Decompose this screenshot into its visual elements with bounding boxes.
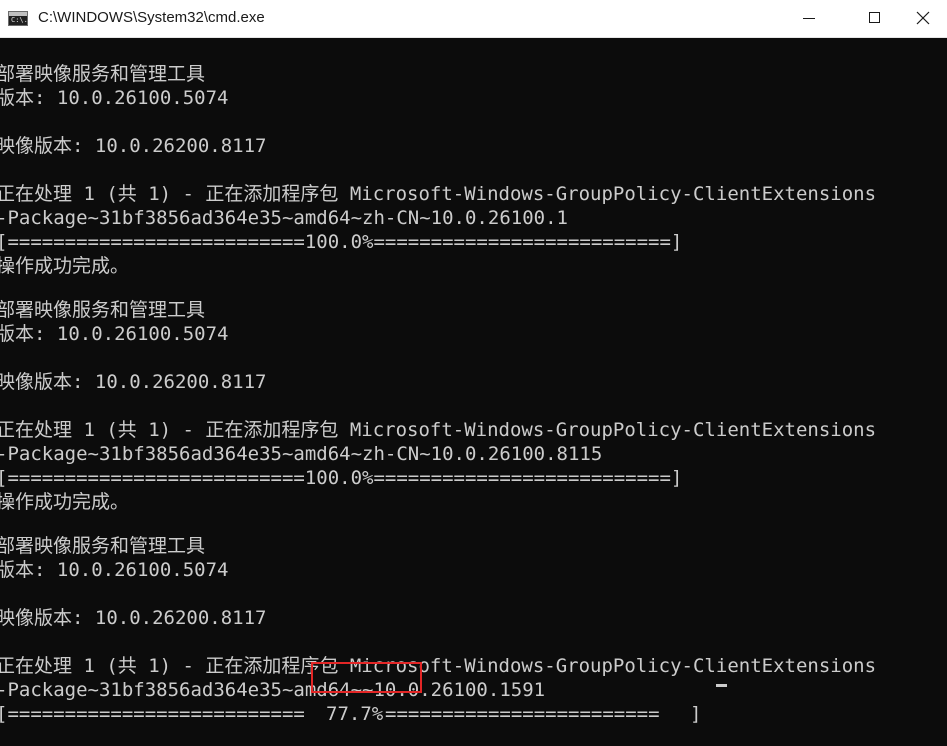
console-line: 正在处理 1 (共 1) - 正在添加程序包 Microsoft-Windows… [0,183,877,205]
console-line: 正在处理 1 (共 1) - 正在添加程序包 Microsoft-Windows… [0,419,877,441]
console-line: 部署映像服务和管理工具 [0,535,206,557]
console-line: 部署映像服务和管理工具 [0,299,206,321]
minimize-icon [803,18,815,19]
console-line: -Package~31bf3856ad364e35~amd64~zh-CN~10… [0,207,568,229]
cmd-icon[interactable]: C:\. [8,11,28,26]
window-title: C:\WINDOWS\System32\cmd.exe [38,9,265,26]
minimize-button[interactable] [787,0,833,37]
text-cursor [716,684,727,687]
console-line: 映像版本: 10.0.26200.8117 [0,371,267,393]
console-line: 版本: 10.0.26100.5074 [0,559,229,581]
console-line: 版本: 10.0.26100.5074 [0,323,229,345]
console-line: 部署映像服务和管理工具 [0,63,206,85]
progress-bar-fill: ======================== [385,703,660,725]
progress-percent: 77.7% [326,703,384,725]
progress-complete-line: [==========================100.0%=======… [0,231,683,253]
cmd-window: C:\. C:\WINDOWS\System32\cmd.exe 部署映像服务和… [0,0,947,746]
progress-bar-right: ] [690,703,702,725]
console-line: 操作成功完成。 [0,491,130,513]
console-line: 映像版本: 10.0.26200.8117 [0,607,267,629]
console-line: 版本: 10.0.26100.5074 [0,87,229,109]
console-output[interactable]: 部署映像服务和管理工具 版本: 10.0.26100.5074 映像版本: 10… [0,38,947,746]
maximize-button[interactable] [853,0,899,37]
console-line: 映像版本: 10.0.26200.8117 [0,135,267,157]
title-bar[interactable]: C:\. C:\WINDOWS\System32\cmd.exe [0,0,947,38]
console-line: 正在处理 1 (共 1) - 正在添加程序包 Microsoft-Windows… [0,655,877,677]
close-icon [916,11,930,25]
close-button[interactable] [901,0,947,37]
icon-prompt-text: C:\. [11,16,28,24]
progress-highlight-box [311,662,422,693]
console-line: 操作成功完成。 [0,255,130,277]
progress-complete-line: [==========================100.0%=======… [0,467,683,489]
console-line: -Package~31bf3856ad364e35~amd64~~10.0.26… [0,679,546,701]
progress-bar-left: [========================== [0,703,305,725]
maximize-icon [869,12,880,23]
console-line: -Package~31bf3856ad364e35~amd64~zh-CN~10… [0,443,603,465]
